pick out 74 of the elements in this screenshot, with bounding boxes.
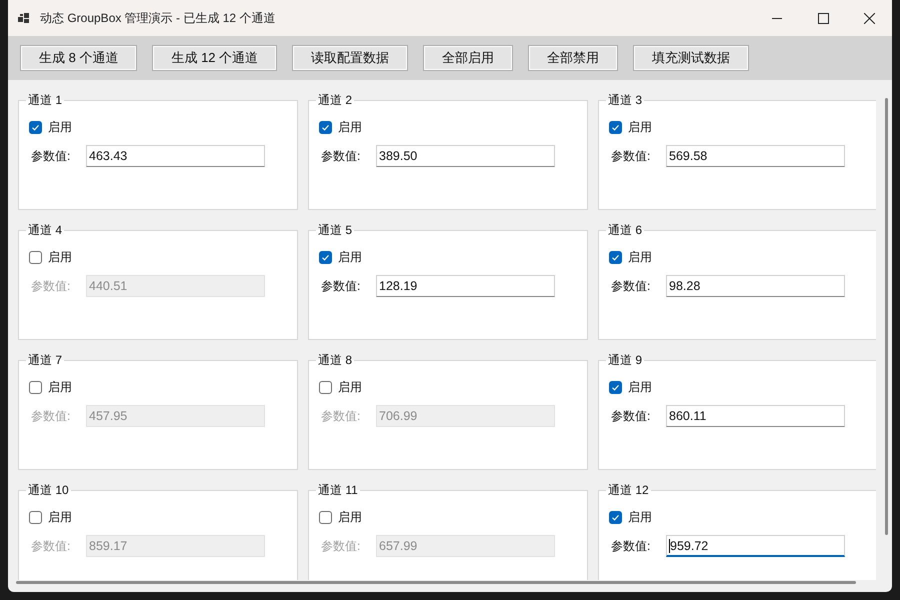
group-title: 通道 6	[607, 222, 644, 239]
field-label: 参数值:	[320, 538, 362, 554]
field-label: 参数值:	[320, 408, 362, 424]
group-title: 通道 5	[317, 222, 354, 239]
check-icon	[321, 122, 330, 132]
vertical-scrollbar[interactable]	[885, 98, 888, 535]
check-icon	[31, 122, 40, 132]
value-field[interactable]: 98.28	[666, 275, 845, 297]
checkbox-label: 启用	[628, 248, 652, 266]
toolbar-button[interactable]: 全部禁用	[528, 45, 618, 71]
check-icon	[321, 252, 330, 262]
field-label: 参数值:	[610, 148, 652, 164]
field-label: 参数值:	[320, 148, 362, 164]
group-title: 通道 9	[607, 352, 644, 369]
check-icon	[611, 122, 620, 132]
field-label: 参数值:	[30, 148, 72, 164]
maximize-icon	[818, 12, 828, 24]
checkbox-label: 启用	[338, 248, 362, 266]
enable-checkbox[interactable]	[609, 120, 622, 134]
check-icon	[611, 512, 620, 522]
value-field[interactable]: 569.58	[666, 145, 845, 167]
enable-checkbox[interactable]	[319, 250, 332, 264]
group-title: 通道 12	[607, 482, 650, 499]
field-label: 参数值:	[610, 538, 652, 554]
toolbar-button[interactable]: 生成 12 个通道	[152, 45, 278, 71]
enable-checkbox[interactable]	[319, 380, 332, 394]
window-title: 动态 GroupBox 管理演示 - 已生成 12 个通道	[40, 10, 276, 26]
enable-checkbox[interactable]	[29, 120, 42, 134]
checkbox-label: 启用	[48, 118, 72, 136]
value-field[interactable]: 860.11	[666, 405, 845, 427]
group-title: 通道 2	[317, 92, 354, 109]
checkbox-label: 启用	[628, 378, 652, 396]
close-icon	[864, 12, 874, 24]
group-title: 通道 4	[27, 222, 64, 239]
group-title: 通道 3	[607, 92, 644, 109]
check-icon	[611, 382, 620, 392]
value-field[interactable]: 389.50	[376, 145, 555, 167]
check-icon	[611, 252, 620, 262]
checkbox-label: 启用	[338, 508, 362, 526]
field-label: 参数值:	[30, 278, 72, 294]
value-field[interactable]: 463.43	[86, 145, 265, 167]
enable-checkbox[interactable]	[29, 510, 42, 524]
checkbox-label: 启用	[338, 118, 362, 136]
horizontal-scrollbar[interactable]	[16, 581, 856, 584]
group-title: 通道 8	[317, 352, 354, 369]
group-title: 通道 11	[317, 482, 359, 499]
group-title: 通道 1	[27, 92, 64, 109]
field-label: 参数值:	[30, 538, 72, 554]
toolbar-button[interactable]: 全部启用	[423, 45, 514, 71]
field-label: 参数值:	[320, 278, 362, 294]
checkbox-label: 启用	[48, 508, 72, 526]
enable-checkbox[interactable]	[609, 380, 622, 394]
checkbox-label: 启用	[338, 378, 362, 396]
toolbar-button[interactable]: 读取配置数据	[292, 45, 408, 71]
field-label: 参数值:	[610, 278, 652, 294]
enable-checkbox[interactable]	[29, 380, 42, 394]
enable-checkbox[interactable]	[319, 510, 332, 524]
value-field[interactable]: 128.19	[376, 275, 555, 297]
enable-checkbox[interactable]	[319, 120, 332, 134]
checkbox-label: 启用	[628, 118, 652, 136]
checkbox-label: 启用	[48, 248, 72, 266]
field-label: 参数值:	[30, 408, 72, 424]
toolbar-button[interactable]: 填充测试数据	[633, 45, 750, 71]
group-title: 通道 7	[27, 352, 64, 369]
toolbar-button[interactable]: 生成 8 个通道	[20, 45, 138, 71]
app-icon	[18, 12, 30, 24]
enable-checkbox[interactable]	[29, 250, 42, 264]
checkbox-label: 启用	[48, 378, 72, 396]
enable-checkbox[interactable]	[609, 510, 622, 524]
value-field[interactable]: 959.72	[666, 535, 845, 557]
checkbox-label: 启用	[628, 508, 652, 526]
field-label: 参数值:	[610, 408, 652, 424]
enable-checkbox[interactable]	[609, 250, 622, 264]
group-title: 通道 10	[27, 482, 70, 499]
